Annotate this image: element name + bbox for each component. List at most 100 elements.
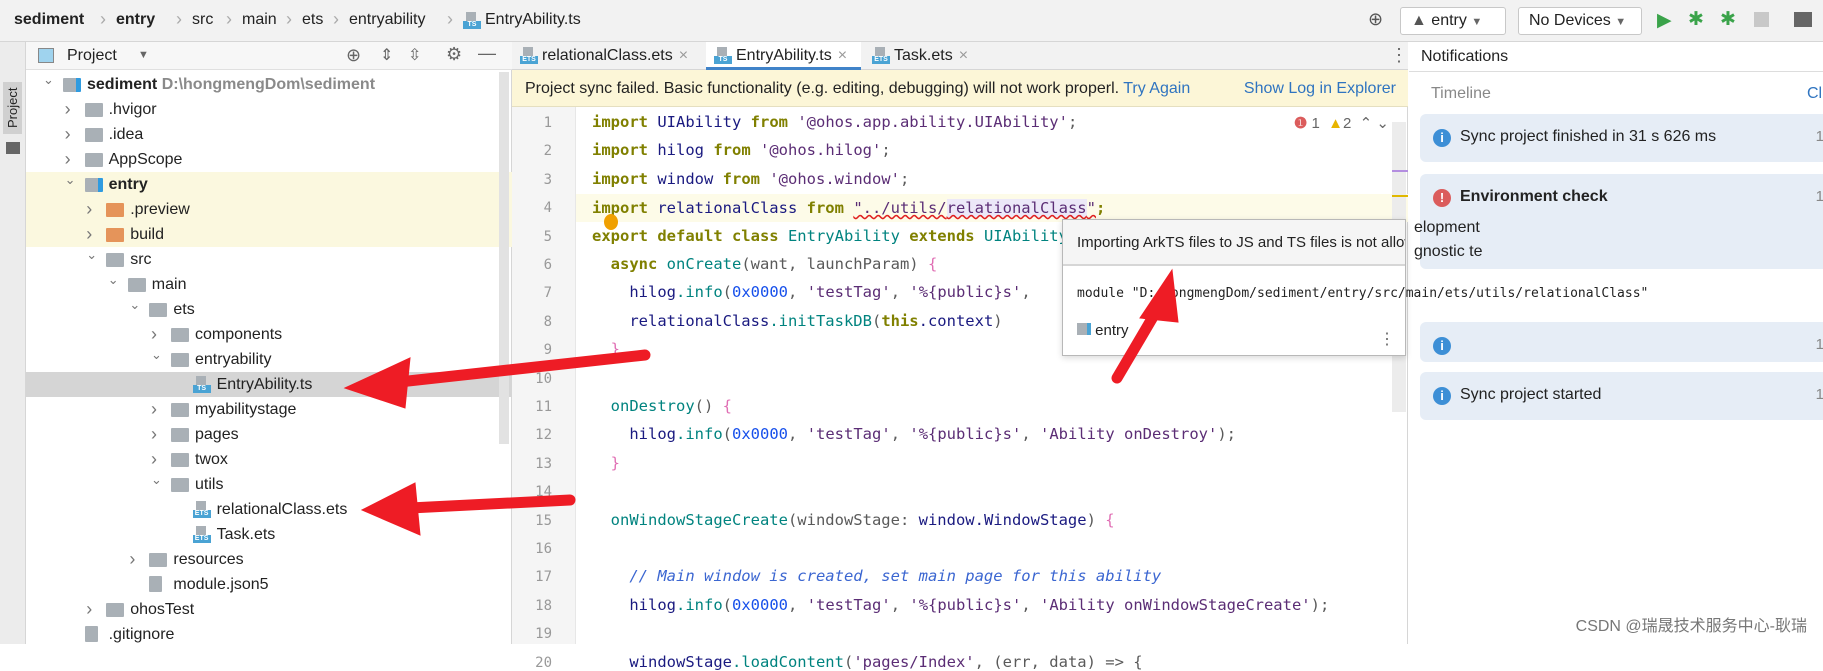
more-tabs-icon[interactable]: ⋮ (1390, 45, 1408, 66)
code-line[interactable]: } (592, 340, 620, 358)
breadcrumb-item[interactable]: src (192, 11, 213, 29)
device-dropdown[interactable]: No Devices ▼ (1518, 7, 1642, 35)
tree-item[interactable]: › .idea (26, 122, 512, 147)
chevron-down-icon[interactable]: ⌄ (108, 267, 119, 292)
tree-item[interactable]: ETS Task.ets (26, 522, 512, 547)
expand-all-icon[interactable]: ⇕ (380, 45, 393, 65)
chevron-right-icon[interactable]: › (151, 397, 157, 422)
tree-item[interactable]: › ohosTest (26, 597, 512, 622)
gear-icon[interactable]: ⚙ (446, 44, 462, 65)
tree-item[interactable]: TS EntryAbility.ts (26, 372, 512, 397)
lightbulb-icon[interactable] (604, 214, 618, 230)
code-line[interactable]: async onCreate(want, launchParam) { (592, 255, 938, 273)
code-line[interactable]: hilog.info(0x0000, 'testTag', '%{public}… (592, 425, 1236, 443)
breadcrumb-item[interactable]: entryability (349, 11, 425, 29)
tree-item-label: main (151, 276, 187, 293)
close-icon[interactable]: × (679, 47, 688, 64)
chevron-right-icon[interactable]: › (86, 597, 92, 622)
code-line[interactable]: import UIAbility from '@ohos.app.ability… (592, 113, 1077, 131)
chevron-down-icon[interactable]: ⌄ (65, 167, 76, 192)
tree-item[interactable]: › myabilitystage (26, 397, 512, 422)
tree-item[interactable]: ⌄ src (26, 247, 512, 272)
code-line[interactable]: import relationalClass from "../utils/re… (576, 194, 1408, 223)
tree-item[interactable]: ⌄ main (26, 272, 512, 297)
debug-icon[interactable]: ✱ (1688, 8, 1704, 31)
chevron-right-icon[interactable]: › (65, 97, 71, 122)
tree-item[interactable]: › twox (26, 447, 512, 472)
minimize-icon[interactable]: — (478, 43, 496, 64)
tree-item[interactable]: ⌄ entryability (26, 347, 512, 372)
chevron-right-icon[interactable]: › (86, 197, 92, 222)
try-again-link[interactable]: Try Again (1123, 80, 1190, 97)
breadcrumb-item[interactable]: entry (116, 11, 155, 29)
tree-item-label: ets (173, 301, 195, 318)
project-view-title[interactable]: Project (67, 47, 117, 65)
more-actions-icon[interactable]: ⋮ (1379, 329, 1395, 349)
chevron-down-icon[interactable]: ⌄ (86, 242, 97, 267)
tab-task-ets[interactable]: ETS Task.ets × (864, 42, 974, 70)
previous-issue-icon[interactable]: ⌃ (1360, 115, 1373, 132)
tree-item[interactable]: ETS relationalClass.ets (26, 497, 512, 522)
locate-icon[interactable]: ⊕ (1368, 9, 1383, 30)
tree-item[interactable]: › .hvigor (26, 97, 512, 122)
breadcrumb-item[interactable]: main (242, 11, 277, 29)
chevron-down-icon[interactable]: ⌄ (129, 292, 140, 317)
tree-item-label: components (195, 326, 283, 343)
notification-item[interactable]: ! Environment check elopment gnostic te 1 (1414, 174, 1823, 269)
notification-item[interactable]: i Sync project started 1 (1420, 372, 1823, 420)
tree-item[interactable]: › components (26, 322, 512, 347)
chevron-right-icon[interactable]: › (151, 422, 157, 447)
code-line[interactable]: import hilog from '@ohos.hilog'; (592, 141, 891, 159)
collapse-all-icon[interactable]: ⇳ (408, 45, 421, 65)
notification-item[interactable]: i Sync project finished in 31 s 626 ms 1 (1420, 114, 1823, 162)
tooltip-module[interactable]: entry (1077, 322, 1129, 339)
chevron-down-icon[interactable]: ⌄ (43, 67, 54, 92)
run-icon[interactable]: ▶ (1657, 9, 1672, 32)
tree-item[interactable]: › pages (26, 422, 512, 447)
tree-item[interactable]: › AppScope (26, 147, 512, 172)
code-line[interactable]: import window from '@ohos.window'; (592, 170, 909, 188)
chevron-down-icon[interactable]: ▼ (138, 49, 149, 61)
tree-item[interactable]: ⌄ ets (26, 297, 512, 322)
tree-item[interactable]: › build (26, 222, 512, 247)
chevron-down-icon[interactable]: ⌄ (151, 467, 162, 492)
code-line[interactable]: hilog.info(0x0000, 'testTag', '%{public}… (592, 283, 1040, 301)
notification-item[interactable]: i1 (1420, 322, 1823, 362)
code-line[interactable]: onWindowStageCreate(windowStage: window.… (592, 511, 1115, 529)
code-line[interactable]: relationalClass.initTaskDB(this.context) (592, 312, 1002, 330)
project-structure-icon[interactable] (1794, 12, 1812, 27)
inspection-widget[interactable]: ❶ 1 ▲2 ⌃ ⌄ (1294, 114, 1389, 132)
next-issue-icon[interactable]: ⌄ (1376, 115, 1389, 132)
chevron-down-icon[interactable]: ⌄ (151, 342, 162, 367)
code-line[interactable]: // Main window is created, set main page… (592, 567, 1161, 585)
tab-relationalclass-ets[interactable]: ETS relationalClass.ets × (512, 42, 702, 70)
stop-icon[interactable] (1754, 12, 1769, 27)
attach-debugger-icon[interactable]: ✱ (1720, 8, 1736, 31)
tree-item[interactable]: ⌄ utils (26, 472, 512, 497)
tree-scrollbar[interactable] (499, 72, 509, 444)
project-tool-button[interactable]: Project (3, 81, 22, 134)
locate-file-icon[interactable]: ⊕ (346, 45, 361, 66)
close-icon[interactable]: × (959, 47, 968, 64)
breadcrumb-item[interactable]: sediment (14, 11, 84, 29)
code-line[interactable]: export default class EntryAbility extend… (592, 227, 1087, 245)
tree-item[interactable]: › .preview (26, 197, 512, 222)
tree-item[interactable]: ⌄ entry (26, 172, 512, 197)
tab-entryability-ts[interactable]: TS EntryAbility.ts × (706, 42, 861, 70)
clear-all-link[interactable]: Cl (1807, 85, 1822, 103)
code-line[interactable]: onDestroy() { (592, 397, 732, 415)
tree-item[interactable]: module.json5 (26, 572, 512, 597)
breadcrumb-item[interactable]: ets (302, 11, 323, 29)
code-line[interactable]: windowStage.loadContent('pages/Index', (… (592, 653, 1142, 671)
code-line[interactable]: } (592, 454, 620, 472)
tree-item[interactable]: ⌄ sediment D:\hongmengDom\sediment (26, 72, 512, 97)
code-line[interactable]: hilog.info(0x0000, 'testTag', '%{public}… (592, 596, 1329, 614)
tree-item[interactable]: .gitignore (26, 622, 512, 647)
chevron-right-icon[interactable]: › (129, 547, 135, 572)
tree-item[interactable]: › resources (26, 547, 512, 572)
breadcrumb-item[interactable]: EntryAbility.ts (485, 11, 581, 29)
chevron-right-icon[interactable]: › (65, 122, 71, 147)
run-config-dropdown[interactable]: ▲ entry ▼ (1400, 7, 1506, 35)
show-log-link[interactable]: Show Log in Explorer (1244, 70, 1396, 107)
close-icon[interactable]: × (838, 47, 847, 64)
